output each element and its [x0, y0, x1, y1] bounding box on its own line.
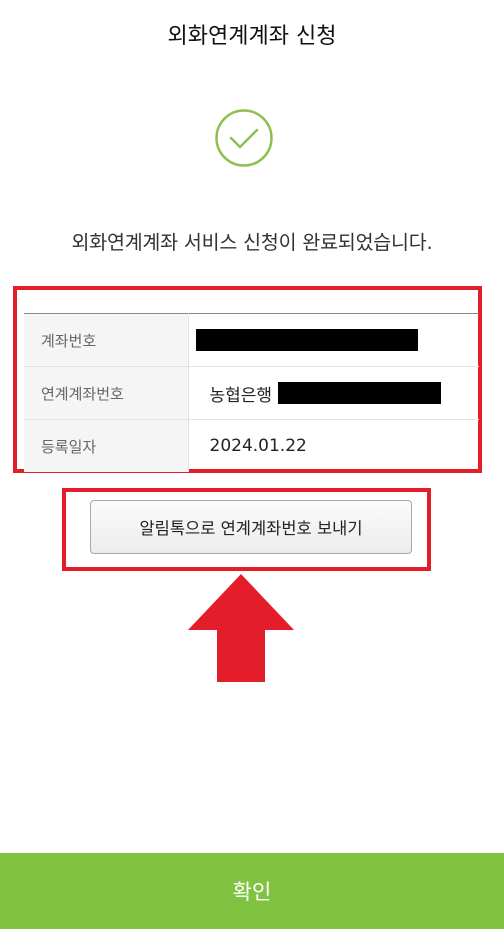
table-row: 연계계좌번호 농협은행 [24, 366, 479, 420]
page-title: 외화연계계좌 신청 [167, 24, 337, 49]
table-row: 등록일자 2024.01.22 [24, 419, 479, 472]
registration-date-label: 등록일자 [24, 419, 189, 472]
redacted-account-number [195, 329, 418, 351]
check-circle-icon [214, 108, 274, 168]
registration-date-value: 2024.01.22 [209, 436, 307, 456]
linked-account-value: 농협은행 [188, 366, 479, 420]
arrow-up-icon [188, 574, 294, 682]
table-row: 계좌번호 [24, 313, 479, 367]
linked-account-label: 연계계좌번호 [24, 366, 189, 420]
confirm-button[interactable]: 확인 [0, 853, 504, 929]
send-kakao-notice-button[interactable]: 알림톡으로 연계계좌번호 보내기 [90, 500, 412, 554]
account-number-label: 계좌번호 [24, 313, 189, 367]
account-number-value [188, 313, 479, 367]
account-info-table: 계좌번호 연계계좌번호 농협은행 등록일자 2024.01.22 [24, 313, 479, 472]
redacted-linked-account-number [278, 382, 442, 404]
linked-bank-name: 농협은행 [209, 385, 273, 406]
completion-message: 외화연계계좌 서비스 신청이 완료되었습니다. [71, 231, 433, 254]
